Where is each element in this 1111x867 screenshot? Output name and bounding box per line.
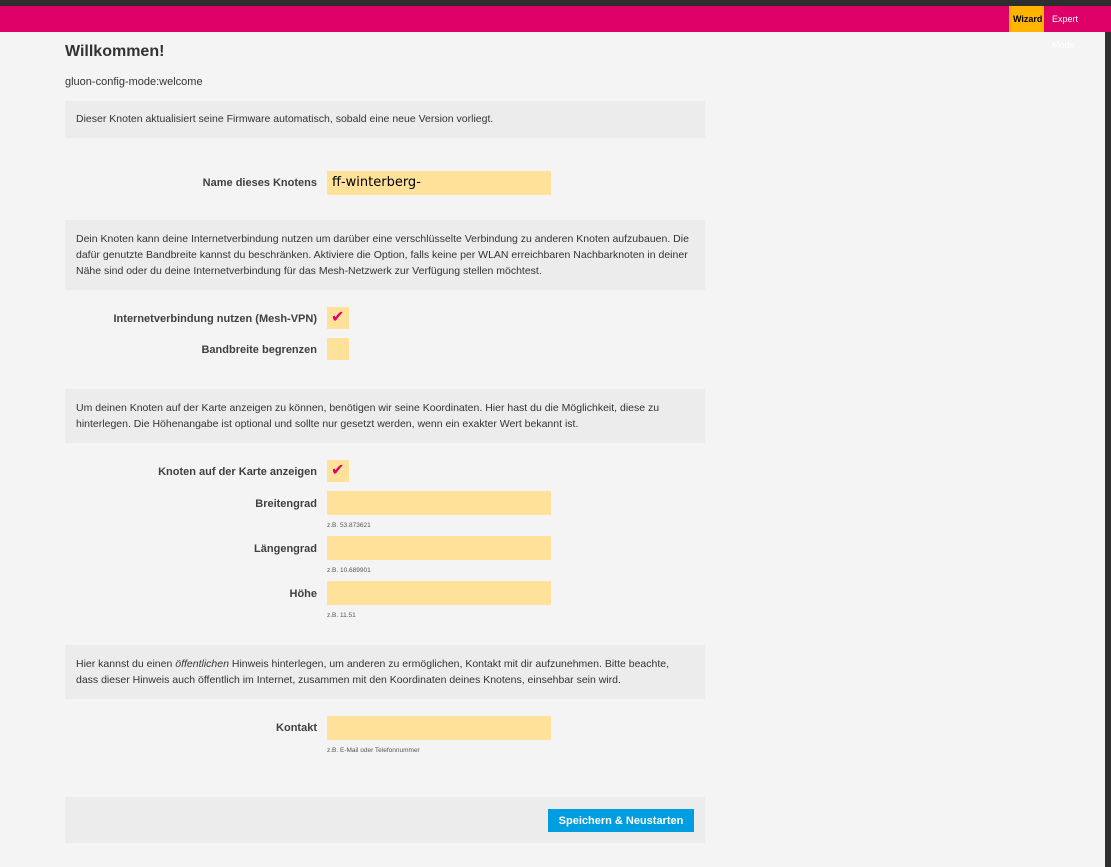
- contact-input[interactable]: [327, 716, 551, 740]
- checkmark-icon: ✔: [331, 462, 345, 479]
- contact-info: Hier kannst du einen öffentlichen Hinwei…: [65, 645, 705, 699]
- longitude-input[interactable]: [327, 536, 551, 560]
- right-edge-strip: [1105, 32, 1111, 867]
- latitude-label: Breitengrad: [255, 498, 317, 510]
- autoupdate-info: Dieser Knoten aktualisiert seine Firmwar…: [65, 101, 705, 138]
- contact-label: Kontakt: [276, 722, 317, 734]
- longitude-hint: z.B. 10.689901: [327, 567, 371, 574]
- form-actions: Speichern & Neustarten: [65, 797, 705, 843]
- contact-hint: z.B. E-Mail oder Telefonnummer: [327, 747, 420, 754]
- location-info-text: Um deinen Knoten auf der Karte anzeigen …: [76, 402, 660, 430]
- meshvpn-label: Internetverbindung nutzen (Mesh-VPN): [113, 313, 318, 325]
- page-subtitle: gluon-config-mode:welcome: [65, 76, 203, 88]
- latitude-hint: z.B. 53.873621: [327, 522, 371, 529]
- meshvpn-checkbox[interactable]: ✔: [327, 307, 349, 329]
- hostname-input[interactable]: ff-winterberg-: [327, 171, 551, 195]
- contact-info-emphasis: öffentlichen: [175, 658, 229, 670]
- meshvpn-info: Dein Knoten kann deine Internetverbindun…: [65, 220, 705, 290]
- bandwidth-limit-label: Bandbreite begrenzen: [201, 344, 317, 356]
- longitude-label: Längengrad: [254, 543, 317, 555]
- altitude-label: Höhe: [289, 588, 318, 600]
- contact-info-text-before: Hier kannst du einen: [76, 658, 176, 670]
- tab-wizard[interactable]: Wizard: [1009, 6, 1044, 32]
- hostname-label: Name dieses Knotens: [202, 177, 317, 189]
- checkmark-icon: ✔: [331, 309, 345, 326]
- latitude-input[interactable]: [327, 491, 551, 515]
- showmap-label: Knoten auf der Karte anzeigen: [158, 466, 317, 478]
- top-navigation-bar: Wizard Expert Mode: [0, 6, 1111, 50]
- autoupdate-info-text: Dieser Knoten aktualisiert seine Firmwar…: [76, 113, 494, 125]
- tab-expert-mode[interactable]: Expert Mode: [1048, 6, 1106, 50]
- location-info: Um deinen Knoten auf der Karte anzeigen …: [65, 389, 705, 443]
- bandwidth-limit-checkbox[interactable]: [327, 338, 349, 360]
- page-title: Willkommen!: [65, 43, 165, 60]
- altitude-hint: z.B. 11.51: [327, 612, 356, 619]
- save-restart-button[interactable]: Speichern & Neustarten: [548, 809, 694, 832]
- meshvpn-info-text: Dein Knoten kann deine Internetverbindun…: [76, 233, 689, 277]
- altitude-input[interactable]: [327, 581, 551, 605]
- showmap-checkbox[interactable]: ✔: [327, 460, 349, 482]
